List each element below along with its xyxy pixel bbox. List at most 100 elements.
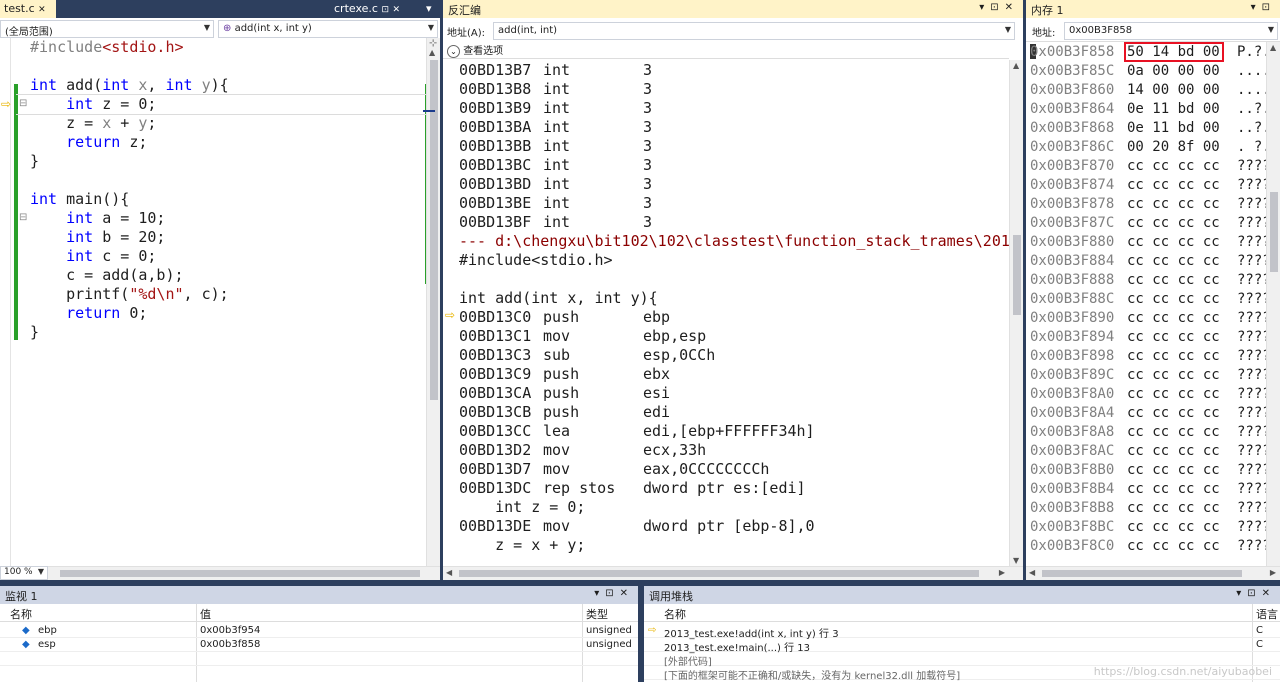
function-combo[interactable]: ⊕ add(int x, int y) ▼ bbox=[218, 20, 438, 38]
instruction-operands: ecx,33h bbox=[643, 441, 707, 459]
zoom-combo[interactable]: 100 % ▼ bbox=[0, 566, 48, 580]
memory-bytes: 14 00 00 00 bbox=[1127, 82, 1220, 98]
chevron-down-icon[interactable]: ▾ bbox=[422, 0, 436, 18]
memory-row: 0x00B3F8A8 cc cc cc cc???? bbox=[1030, 423, 1266, 442]
instruction-mnemonic: int bbox=[543, 99, 571, 117]
callstack-row[interactable]: 2013_test.exe!main(...) 行 13 C bbox=[644, 638, 1280, 654]
disasm-horizontal-scrollbar[interactable]: ◀ ▶ bbox=[443, 566, 1023, 580]
code-line: printf("%d\n", c); bbox=[30, 285, 229, 304]
close-icon[interactable]: ✕ bbox=[1005, 2, 1019, 13]
change-bar bbox=[14, 200, 18, 340]
watch-row[interactable]: ◆ ebp 0x00b3f954 unsigned bbox=[0, 624, 638, 638]
instruction-operands: 3 bbox=[643, 80, 653, 98]
code-token: #include bbox=[30, 38, 103, 56]
memory-address-combo[interactable]: 0x00B3F858 ▼ bbox=[1064, 22, 1278, 40]
pin-icon[interactable]: ⊡ bbox=[1247, 588, 1261, 599]
memory-address: 0x00B3F87C bbox=[1030, 215, 1115, 231]
scroll-left-icon[interactable]: ◀ bbox=[446, 568, 452, 577]
dropdown-icon[interactable]: ▾ bbox=[1236, 588, 1247, 599]
memory-ascii: .... bbox=[1237, 63, 1266, 79]
tab-test-c[interactable]: test.c ✕ bbox=[0, 0, 56, 18]
pin-icon[interactable]: ⊡ bbox=[1262, 2, 1276, 13]
memory-row: 0x00B3F868 0e 11 bd 00..?. bbox=[1030, 119, 1266, 138]
disasm-address-combo[interactable]: add(int, int) ▼ bbox=[493, 22, 1015, 40]
memory-bytes: cc cc cc cc bbox=[1127, 253, 1220, 269]
col-lang-header[interactable]: 语言 bbox=[1256, 606, 1278, 622]
scroll-thumb[interactable] bbox=[1013, 235, 1021, 315]
instruction-address: 00BD13B8 bbox=[459, 80, 532, 98]
memory-ascii: ???? bbox=[1237, 462, 1266, 478]
scroll-thumb[interactable] bbox=[1042, 570, 1242, 577]
pin-icon[interactable]: ⊡ bbox=[381, 5, 389, 15]
dropdown-icon[interactable]: ▾ bbox=[594, 588, 605, 599]
collapse-icon[interactable]: ⊟ bbox=[19, 98, 27, 109]
memory-bytes: cc cc cc cc bbox=[1127, 310, 1220, 326]
scroll-thumb[interactable] bbox=[1270, 192, 1278, 272]
memory-address: 0x00B3F878 bbox=[1030, 196, 1115, 212]
view-options-toggle[interactable]: ⌄ 查看选项 bbox=[447, 42, 503, 58]
code-token: int bbox=[66, 247, 94, 265]
close-icon[interactable]: ✕ bbox=[393, 5, 401, 15]
memory-bytes: cc cc cc cc bbox=[1127, 272, 1220, 288]
code-line: int b = 20; bbox=[30, 228, 165, 247]
frame-name: [下面的框架可能不正确和/或缺失，没有为 kernel32.dll 加载符号] bbox=[664, 671, 961, 682]
memory-address: 0x00B3F8BC bbox=[1030, 519, 1115, 535]
close-icon[interactable]: ✕ bbox=[620, 588, 634, 599]
scroll-right-icon[interactable]: ▶ bbox=[999, 568, 1005, 577]
scope-combo[interactable]: (全局范围) ▼ bbox=[0, 20, 214, 38]
memory-bytes: cc cc cc cc bbox=[1127, 158, 1220, 174]
code-token: int bbox=[66, 95, 94, 113]
memory-grid[interactable]: 0x00B3F858 50 14 bd 00 P.?. 0x00B3F85C 0a 00… bbox=[1026, 42, 1266, 566]
code-token: 0; bbox=[120, 304, 148, 322]
editor-vertical-scrollbar[interactable]: ⊹ ▲ bbox=[423, 38, 440, 566]
close-icon[interactable]: ✕ bbox=[38, 5, 46, 15]
scroll-left-icon[interactable]: ◀ bbox=[1029, 568, 1035, 577]
code-token: <stdio.h> bbox=[102, 38, 184, 56]
memory-row: 0x00B3F88C cc cc cc cc???? bbox=[1030, 290, 1266, 309]
code-token: , c); bbox=[183, 285, 229, 303]
code-area[interactable]: ⇨ ⊟ ⊟ #include<stdio.h> int add(int x, in… bbox=[0, 38, 429, 566]
scroll-up-icon[interactable]: ▲ bbox=[1013, 61, 1019, 70]
scroll-right-icon[interactable]: ▶ bbox=[1270, 568, 1276, 577]
watch-empty-row[interactable] bbox=[0, 652, 638, 666]
col-name-header[interactable]: 名称 bbox=[10, 606, 32, 622]
callstack-row[interactable]: [外部代码] bbox=[644, 652, 1280, 668]
memory-horizontal-scrollbar[interactable]: ◀ ▶ bbox=[1026, 566, 1280, 580]
scroll-thumb[interactable] bbox=[60, 570, 420, 577]
col-value-header[interactable]: 值 bbox=[200, 606, 211, 622]
col-type-header[interactable]: 类型 bbox=[586, 606, 608, 622]
watch-grid-header: 名称 值 类型 bbox=[0, 604, 638, 622]
watch-name: ebp bbox=[38, 625, 57, 636]
scroll-up-icon[interactable]: ▲ bbox=[429, 48, 435, 57]
tab-crtexe-c[interactable]: crtexe.c ⊡ ✕ bbox=[330, 0, 404, 18]
pin-icon[interactable]: ⊡ bbox=[605, 588, 619, 599]
dropdown-icon[interactable]: ▾ bbox=[1251, 2, 1262, 13]
scroll-down-icon[interactable]: ▼ bbox=[1013, 556, 1019, 565]
memory-row: 0x00B3F870 cc cc cc cc???? bbox=[1030, 157, 1266, 176]
instruction-operands: edi bbox=[643, 403, 671, 421]
collapse-icon[interactable]: ⊟ bbox=[19, 212, 27, 223]
scroll-thumb[interactable] bbox=[459, 570, 979, 577]
instruction-operands: edi,[ebp+FFFFFF34h] bbox=[643, 422, 815, 440]
memory-bytes: cc cc cc cc bbox=[1127, 481, 1220, 497]
disasm-line: 00BD13C9 push ebx bbox=[459, 365, 670, 384]
col-name-header[interactable]: 名称 bbox=[664, 606, 686, 622]
scroll-up-icon[interactable]: ▲ bbox=[1270, 43, 1276, 52]
memory-address: 0x00B3F88C bbox=[1030, 291, 1115, 307]
instruction-address: 00BD13D7 bbox=[459, 460, 532, 478]
instruction-mnemonic: int bbox=[543, 175, 571, 193]
editor-horizontal-scrollbar[interactable]: 100 % ▼ bbox=[0, 566, 440, 580]
memory-address: 0x00B3F874 bbox=[1030, 177, 1115, 193]
pin-icon[interactable]: ⊡ bbox=[990, 2, 1004, 13]
callstack-row[interactable]: ⇨ 2013_test.exe!add(int x, int y) 行 3C bbox=[644, 624, 1280, 640]
instruction-address: 00BD13BC bbox=[459, 156, 532, 174]
disasm-vertical-scrollbar[interactable]: ▲ ▼ bbox=[1009, 60, 1023, 566]
memory-vertical-scrollbar[interactable]: ▲ bbox=[1266, 42, 1280, 566]
disassembly-listing[interactable]: ⇨ 00BD13B7 int 3 00BD13B8 int 3 00BD13B9 int 3 00… bbox=[443, 60, 1009, 566]
memory-address: 0x00B3F8B8 bbox=[1030, 500, 1115, 516]
watch-row[interactable]: ◆ esp 0x00b3f858 unsigned bbox=[0, 638, 638, 652]
close-icon[interactable]: ✕ bbox=[1262, 588, 1276, 599]
dropdown-icon[interactable]: ▾ bbox=[979, 2, 990, 13]
